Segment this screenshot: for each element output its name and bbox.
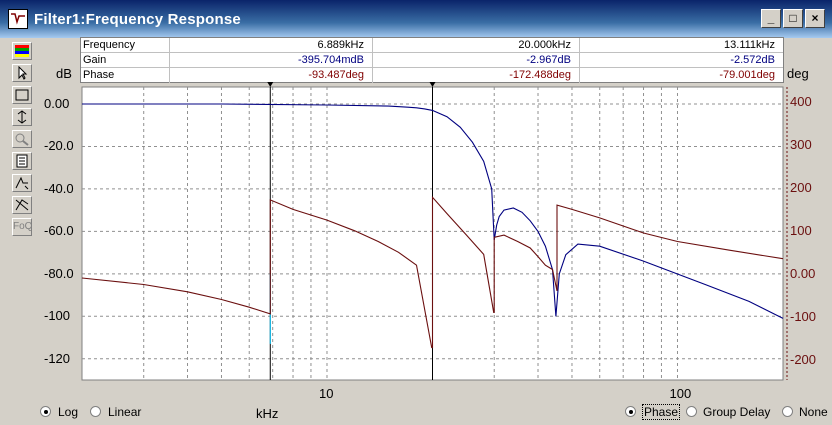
bottom-options-bar: Log Linear kHz Phase Group Delay None — [0, 400, 832, 425]
left-axis-tick-label: -80.0 — [44, 265, 74, 281]
log-scale-label[interactable]: Log — [58, 405, 78, 419]
left-axis-tick-label: -40.0 — [44, 180, 74, 196]
x-axis-tick-label: 10 — [318, 386, 334, 401]
cursor-marker — [429, 82, 436, 87]
cursor-marker — [267, 82, 274, 87]
phase-radio[interactable] — [625, 406, 636, 417]
left-axis-tick-label: 0.00 — [44, 95, 70, 111]
phase-label[interactable]: Phase — [642, 404, 681, 420]
x-axis-tick-label: 100 — [669, 386, 692, 401]
right-axis-tick-label: 0.00 — [790, 265, 816, 281]
right-axis-tick-label: 100 — [790, 222, 812, 238]
frequency-response-window: Filter1:Frequency Response _ □ × FoQ Fre… — [0, 0, 832, 425]
right-axis-tick-label: -100 — [790, 308, 817, 324]
right-axis-tick-label: -200 — [790, 351, 817, 367]
group-delay-radio[interactable] — [686, 406, 697, 417]
left-axis-tick-label: -20.0 — [44, 138, 74, 154]
right-axis-tick-label: 300 — [790, 136, 812, 152]
frequency-response-plot[interactable] — [0, 0, 832, 425]
linear-scale-label[interactable]: Linear — [108, 405, 141, 419]
linear-scale-radio[interactable] — [90, 406, 101, 417]
log-scale-radio[interactable] — [40, 406, 51, 417]
right-axis-tick-label: 400 — [790, 94, 812, 110]
none-label[interactable]: None — [799, 405, 828, 419]
left-axis-tick-label: -60.0 — [44, 223, 74, 239]
right-axis-tick-label: 200 — [790, 179, 812, 195]
x-axis-unit-label: kHz — [256, 406, 279, 421]
none-radio[interactable] — [782, 406, 793, 417]
left-axis-tick-label: -120 — [44, 350, 71, 366]
group-delay-label[interactable]: Group Delay — [703, 405, 770, 419]
left-axis-tick-label: -100 — [44, 308, 71, 324]
